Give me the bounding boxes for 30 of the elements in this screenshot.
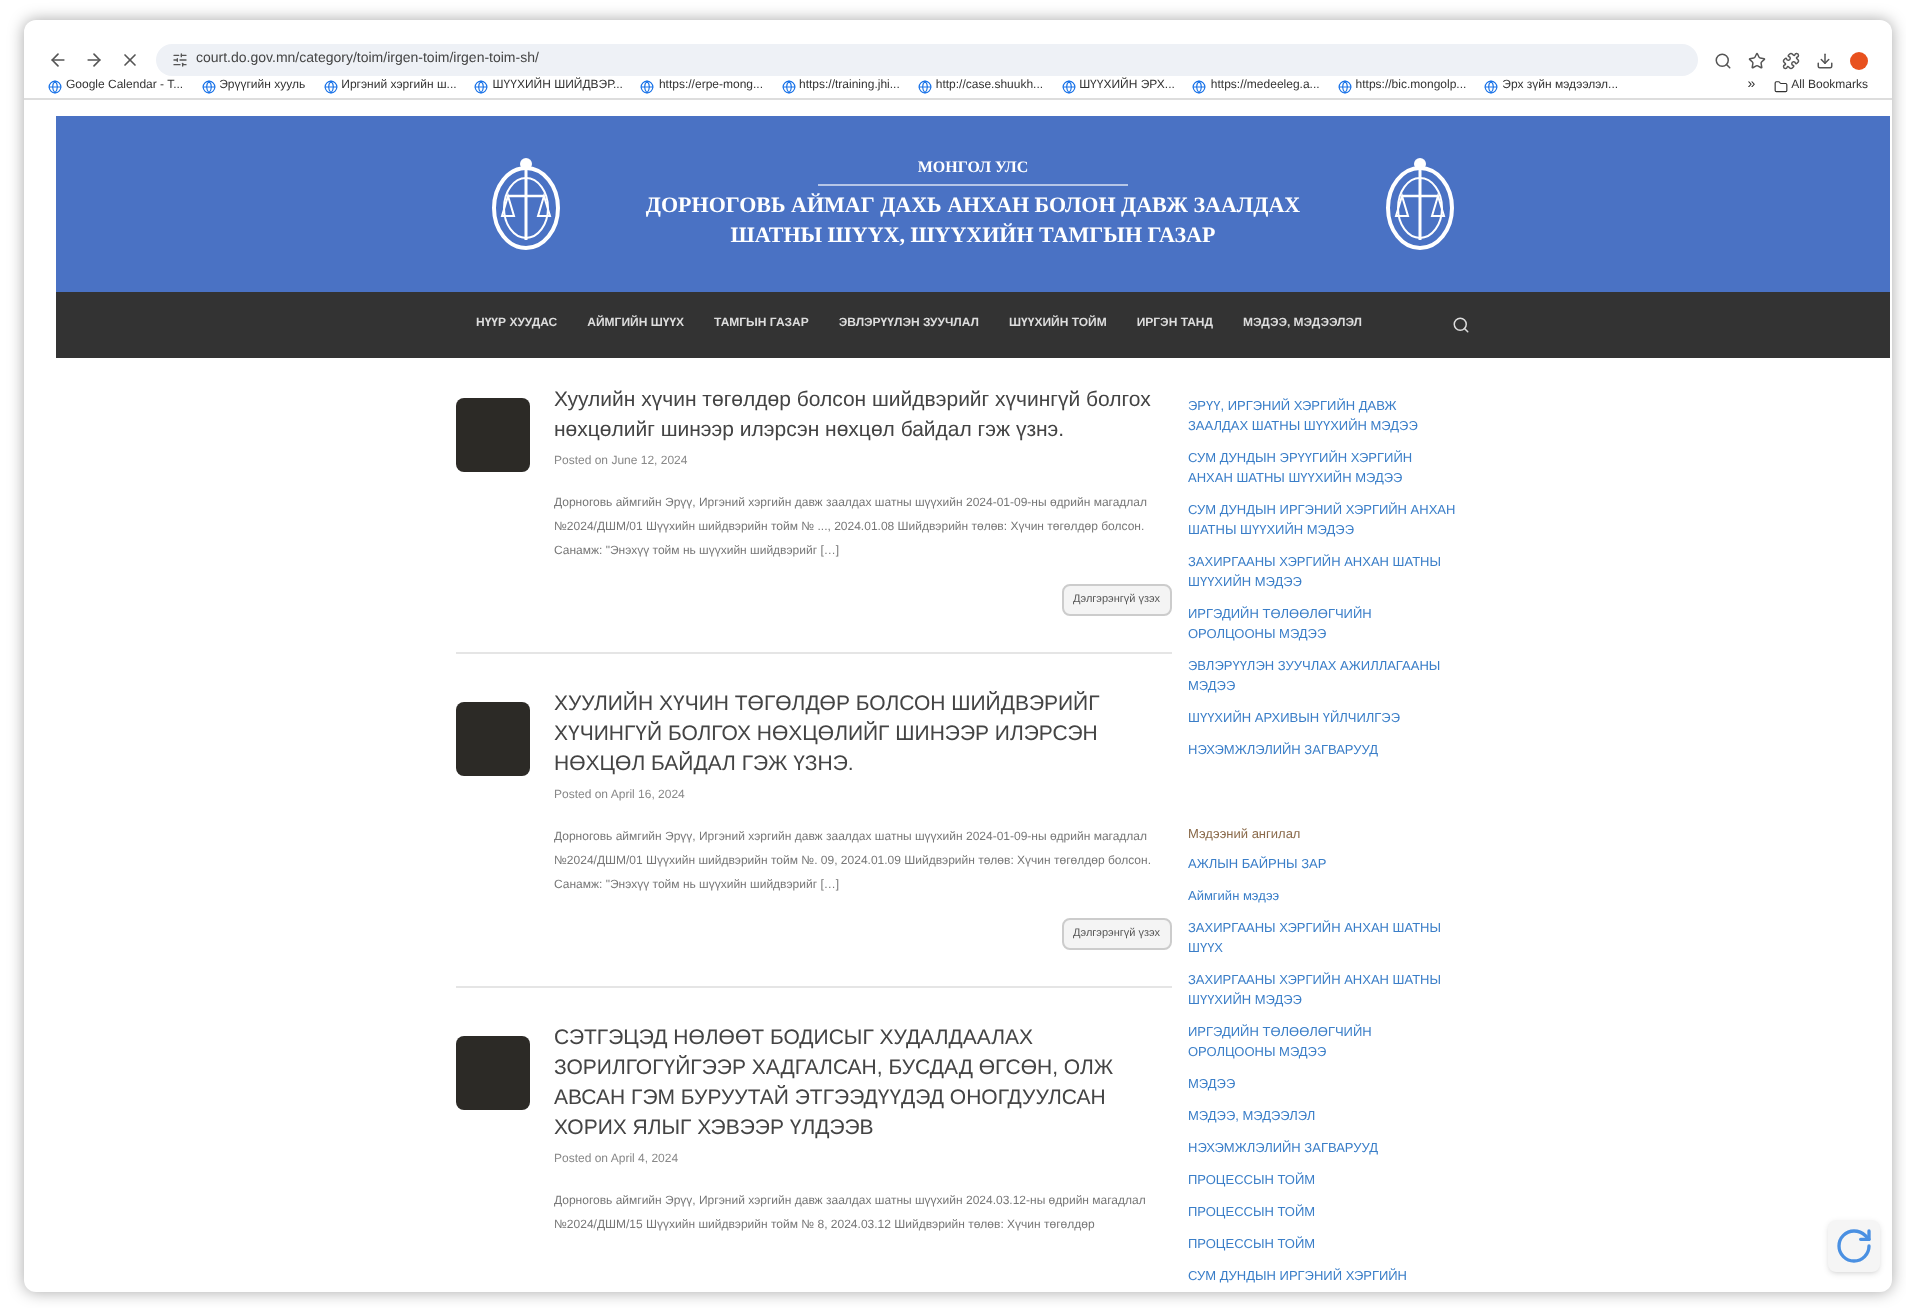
star-icon[interactable] — [1748, 51, 1766, 69]
forward-icon[interactable] — [84, 50, 104, 70]
photo-placeholder — [456, 1036, 530, 1110]
globe-icon — [323, 79, 338, 94]
photo-placeholder — [456, 397, 530, 471]
puzzle-icon[interactable] — [1782, 51, 1800, 69]
globe-icon — [474, 79, 489, 94]
profile-avatar[interactable] — [1850, 51, 1868, 69]
search-icon[interactable] — [1714, 51, 1732, 69]
globe-icon — [201, 79, 216, 94]
globe-icon — [1337, 79, 1352, 94]
globe-icon — [640, 79, 655, 94]
globe-icon — [1484, 79, 1499, 94]
download-icon[interactable] — [1816, 51, 1834, 69]
post-title[interactable]: ХУУЛИЙН ХҮЧИН ТӨГӨЛДӨР БОЛСОН ШИЙДВЭРИЙГ ХҮЧИНГҮЙ БОЛГОХ НӨХЦӨЛИЙГ ШИНЭЭР ИЛЭРСЭН НӨХЦӨЛ БАЙДАЛ ГЭЖ ҮЗНЭ. — [554, 689, 1172, 780]
country-name: МОНГОЛ УЛС — [817, 155, 1129, 185]
photo-placeholder — [456, 701, 530, 776]
globe-icon — [1061, 79, 1076, 94]
globe-icon — [917, 79, 932, 94]
post-title[interactable]: СЭТГЭЦЭД НӨЛӨӨТ БОДИСЫГ ХУДАЛДААЛАХ ЗОРИЛГОГҮЙГЭЭР ХАДГАЛСАН, БУСДАД ӨГСӨН, ОЛЖ АВСАН ГЭМ БУРУУТАЙ ЭТГЭЭДҮҮДЭД ОНОГДУУЛСАН ХОРИХ ЯЛЫГ ХЭВЭЭР ҮЛДЭЭВ — [554, 1024, 1172, 1144]
globe-icon — [781, 79, 795, 94]
site-title: ДОРНОГОВЬ АЙМАГ ДАХЬ АНХАН БОЛОН ДАВЖ ЗААЛДАХ — [645, 191, 1301, 221]
folder-icon — [1773, 79, 1788, 94]
globe-icon — [1192, 79, 1207, 94]
site-title: ШАТНЫ ШҮҮХ, ШҮҮХИЙН ТАМГЫН ГАЗАР — [730, 221, 1216, 251]
post-title[interactable]: Хуулийн хүчин төгөлдөр болсон шийдвэрийг хүчингүй болгох нөхцөлийг шинээр илэрсэн нөхцөл байдал гэж үзнэ. — [554, 385, 1172, 445]
back-icon[interactable] — [48, 50, 68, 70]
site-settings-icon[interactable] — [172, 52, 188, 68]
close-icon[interactable] — [120, 50, 140, 70]
globe-icon — [48, 79, 62, 94]
